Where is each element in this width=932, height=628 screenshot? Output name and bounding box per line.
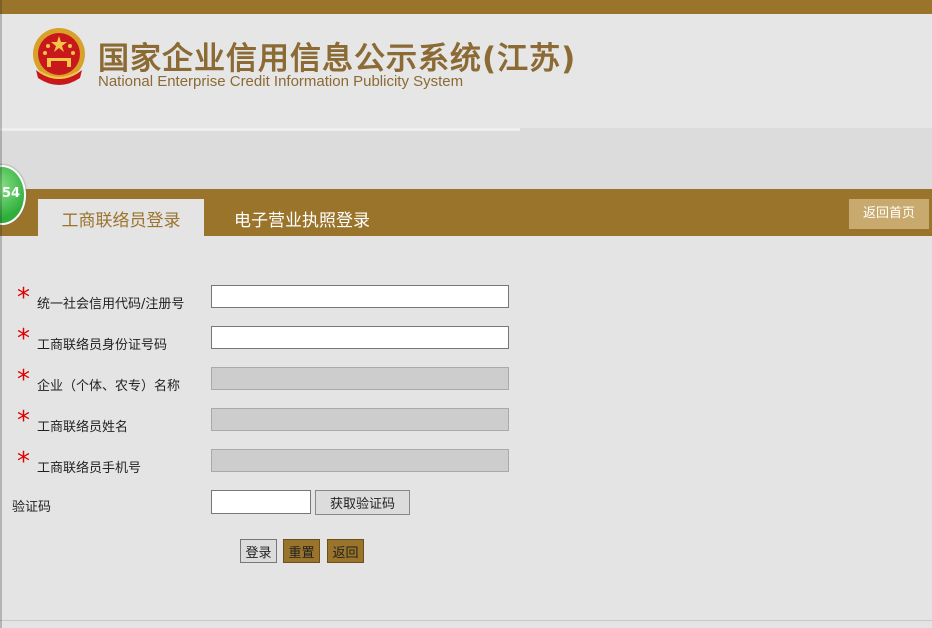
reset-button[interactable]: 重置 <box>283 539 320 563</box>
id-number-label: 工商联络员身份证号码 <box>37 338 168 353</box>
site-title-cn: 国家企业信用信息公示系统(江苏) <box>98 41 577 77</box>
tab-liaison-login[interactable]: 工商联络员登录 <box>38 199 204 236</box>
required-mark: * <box>17 365 30 395</box>
liaison-name-label: 工商联络员姓名 <box>37 420 129 435</box>
credit-code-label: 统一社会信用代码/注册号 <box>37 297 185 312</box>
form-row-credit-code: * 统一社会信用代码/注册号 <box>0 283 560 315</box>
required-mark: * <box>17 447 30 477</box>
back-button[interactable]: 返回 <box>327 539 364 563</box>
get-code-button[interactable]: 获取验证码 <box>315 490 410 515</box>
footer-divider <box>0 620 932 621</box>
header-band <box>0 128 932 189</box>
liaison-phone-input <box>211 449 509 472</box>
window-left-edge <box>0 0 2 628</box>
login-button[interactable]: 登录 <box>240 539 277 563</box>
id-number-input[interactable] <box>211 326 509 349</box>
top-bar <box>0 0 932 14</box>
form-row-id-number: * 工商联络员身份证号码 <box>0 324 560 356</box>
site-title-en: National Enterprise Credit Information P… <box>98 73 464 90</box>
captcha-input[interactable] <box>211 490 311 514</box>
national-emblem-icon <box>33 28 85 85</box>
liaison-phone-label: 工商联络员手机号 <box>37 461 142 476</box>
back-home-button[interactable]: 返回首页 <box>849 199 929 229</box>
required-mark: * <box>17 283 30 313</box>
form-row-captcha: 验证码 获取验证码 <box>0 490 560 520</box>
header-band-highlight <box>0 128 520 131</box>
required-mark: * <box>17 406 30 436</box>
liaison-name-input <box>211 408 509 431</box>
required-mark: * <box>17 324 30 354</box>
enterprise-name-input <box>211 367 509 390</box>
counter-badge-text: 54 <box>2 186 21 201</box>
enterprise-name-label: 企业（个体、农专）名称 <box>37 379 181 394</box>
form-row-liaison-phone: * 工商联络员手机号 <box>0 447 560 479</box>
captcha-label: 验证码 <box>12 500 52 515</box>
form-row-enterprise-name: * 企业（个体、农专）名称 <box>0 365 560 397</box>
form-row-liaison-name: * 工商联络员姓名 <box>0 406 560 438</box>
tab-e-license-login[interactable]: 电子营业执照登录 <box>234 199 370 236</box>
credit-code-input[interactable] <box>211 285 509 308</box>
